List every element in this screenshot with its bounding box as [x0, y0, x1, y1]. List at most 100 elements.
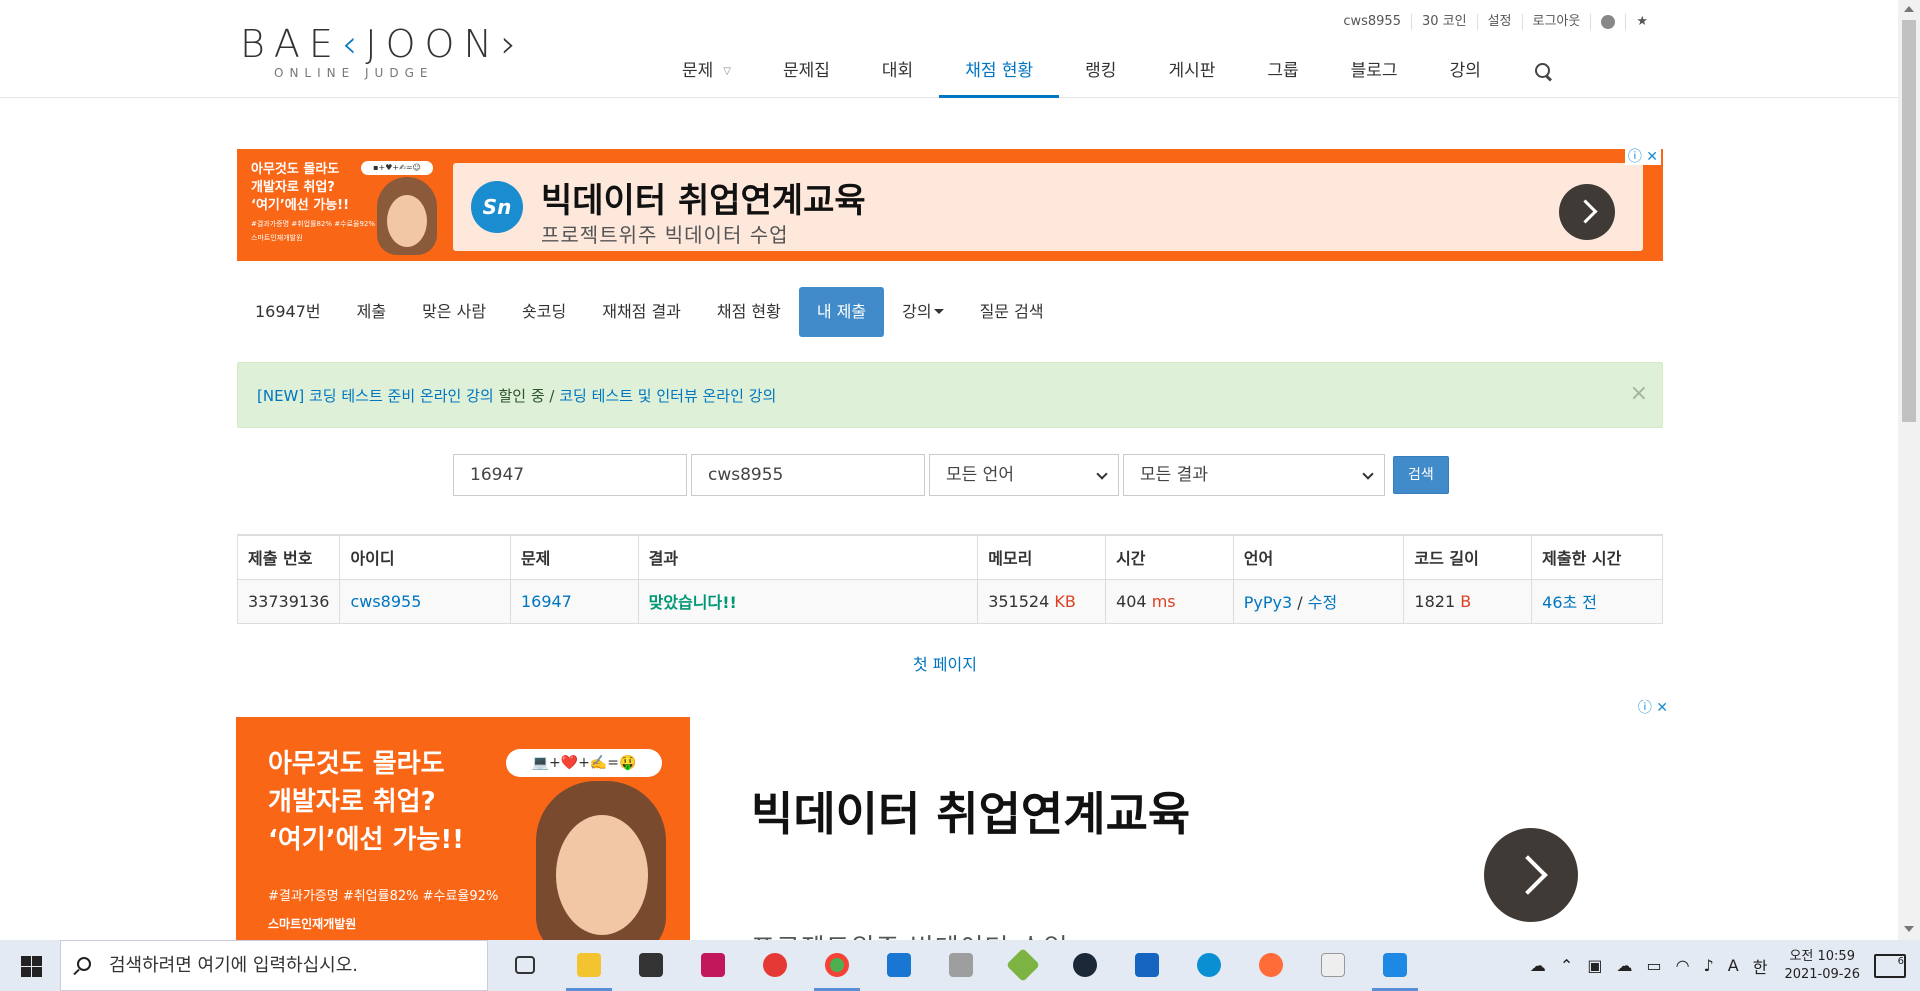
ad-arrow-button[interactable] — [1484, 828, 1578, 922]
close-icon[interactable]: × — [1630, 381, 1648, 406]
col-memory: 메모리 — [977, 534, 1107, 580]
search-icon — [77, 957, 91, 971]
reader-icon[interactable] — [1116, 940, 1178, 991]
tab-submit[interactable]: 제출 — [339, 287, 404, 337]
onedrive-icon[interactable]: ☁ — [1616, 956, 1632, 975]
nav-blog[interactable]: 블로그 — [1325, 56, 1424, 98]
nav-groups[interactable]: 그룹 — [1241, 56, 1324, 98]
user-id-input[interactable]: cws8955 — [691, 454, 925, 496]
first-page-link[interactable]: 첫 페이지 — [913, 651, 977, 675]
tab-accepted[interactable]: 맞은 사람 — [404, 287, 504, 337]
adchoices-icon[interactable]: ⓘ ✕ — [1624, 149, 1661, 165]
clock-time: 오전 10:59 — [1789, 948, 1855, 964]
sync-app-icon[interactable] — [744, 940, 806, 991]
result-select[interactable]: 모든 결과 — [1123, 454, 1385, 496]
weather-icon[interactable]: ☁ — [1530, 956, 1546, 975]
problem-id-input[interactable]: 16947 — [453, 454, 687, 496]
battery-icon[interactable]: ▭ — [1646, 956, 1661, 975]
submitted-time-link[interactable]: 46초 전 — [1542, 593, 1597, 612]
network-app-icon[interactable]: ▣ — [1587, 956, 1602, 975]
steam-icon[interactable] — [1054, 940, 1116, 991]
start-button[interactable] — [0, 940, 60, 991]
tab-status[interactable]: 채점 현황 — [699, 287, 799, 337]
store-icon[interactable] — [620, 940, 682, 991]
tab-questions[interactable]: 질문 검색 — [962, 287, 1062, 337]
scroll-down-icon[interactable] — [1904, 926, 1914, 932]
clock[interactable]: 오전 10:59 2021-09-26 — [1784, 948, 1860, 984]
typora-icon[interactable] — [1302, 940, 1364, 991]
search-button[interactable]: 검색 — [1393, 456, 1449, 494]
nav-search[interactable] — [1507, 56, 1579, 98]
chrome-icon[interactable] — [806, 940, 868, 991]
source-link[interactable]: PyPy3 — [1244, 593, 1292, 612]
alert-link-lecture[interactable]: [NEW] 코딩 테스트 준비 온라인 강의 — [257, 387, 494, 405]
nav-lectures[interactable]: 강의 — [1424, 56, 1507, 98]
col-language: 언어 — [1232, 534, 1405, 580]
nav-board[interactable]: 게시판 — [1142, 56, 1241, 98]
scroll-thumb[interactable] — [1902, 20, 1916, 422]
taskbar-search[interactable]: 검색하려면 여기에 입력하십시오. — [60, 940, 488, 991]
edge-icon[interactable] — [1178, 940, 1240, 991]
page-scrollbar[interactable] — [1898, 0, 1920, 940]
col-submission-id: 제출 번호 — [236, 534, 341, 580]
ime-mode[interactable]: A — [1728, 956, 1739, 975]
user-topbar: cws8955 30 코인 설정 로그아웃 ★ — [1333, 14, 1658, 30]
settings-link[interactable]: 설정 — [1476, 14, 1522, 30]
tab-rejudge[interactable]: 재채점 결과 — [584, 287, 699, 337]
logo[interactable]: BAE‹JOON› ONLINE JUDGE — [240, 24, 550, 84]
col-time: 시간 — [1105, 534, 1234, 580]
tab-problem[interactable]: 16947번 — [237, 287, 339, 337]
nav-problems[interactable]: 문제 ▽ — [656, 56, 757, 98]
windows-taskbar: 검색하려면 여기에 입력하십시오. ☁ ⌃ ▣ ☁ ▭ ◠ ♪ A 한 오전 1… — [0, 940, 1920, 991]
app-red-icon[interactable] — [682, 940, 744, 991]
notification-icon[interactable]: 6 — [1874, 953, 1906, 978]
tab-my-submissions[interactable]: 내 제출 — [798, 287, 885, 337]
ad-emoji-strip: ▪+♥+✍=☺ — [361, 161, 433, 175]
vscode-icon[interactable] — [1364, 940, 1426, 991]
wifi-icon[interactable]: ◠ — [1676, 956, 1690, 975]
language-cell: PyPy3 / 수정 — [1232, 578, 1405, 624]
logout-link[interactable]: 로그아웃 — [1521, 14, 1591, 30]
chevron-down-icon — [1096, 468, 1108, 480]
adchoices-icon[interactable]: ⓘ ✕ — [1634, 700, 1671, 716]
ad-banner-bottom[interactable]: 아무것도 몰라도 개발자로 취업? ‘여기’에선 가능!! 💻+❤️+✍️=🤑 #결… — [219, 700, 1681, 940]
ad-banner-top[interactable]: 아무것도 몰라도 개발자로 취업? ‘여기’에선 가능!! #결과가증명 #취업… — [237, 149, 1663, 261]
chevron-up-icon[interactable]: ⌃ — [1560, 956, 1573, 975]
clock-date: 2021-09-26 — [1784, 966, 1860, 982]
ad-card[interactable]: Sn 빅데이터 취업연계교육 프로젝트위주 빅데이터 수업 — [453, 163, 1643, 251]
problem-link[interactable]: 16947 — [521, 592, 572, 611]
ad-arrow-button[interactable] — [1559, 184, 1615, 240]
star-icon[interactable]: ★ — [1625, 14, 1658, 30]
username-link[interactable]: cws8955 — [1333, 14, 1411, 30]
ad-subtitle: 프로젝트위주 빅데이터 수업 — [541, 223, 789, 247]
ad-image: 아무것도 몰라도 개발자로 취업? ‘여기’에선 가능!! 💻+❤️+✍️=🤑 #결… — [236, 717, 690, 940]
mail-icon[interactable] — [868, 940, 930, 991]
ime-language[interactable]: 한 — [1753, 954, 1768, 978]
task-view-icon[interactable] — [496, 940, 558, 991]
scroll-up-icon[interactable] — [1904, 6, 1914, 12]
col-result: 결과 — [637, 534, 979, 580]
git-kraken-icon[interactable] — [992, 940, 1054, 991]
col-submitted-at: 제출한 시간 — [1531, 534, 1663, 580]
coins-link[interactable]: 30 코인 — [1410, 14, 1477, 30]
alert-text: [NEW] 코딩 테스트 준비 온라인 강의 할인 중 / 코딩 테스트 및 인… — [257, 387, 777, 405]
snipping-icon[interactable] — [930, 940, 992, 991]
user-link[interactable]: cws8955 — [350, 592, 421, 611]
nav-workbooks[interactable]: 문제집 — [757, 56, 856, 98]
search-icon — [1533, 61, 1553, 81]
globe-icon[interactable] — [1590, 14, 1625, 30]
submission-table: 제출 번호 아이디 문제 결과 메모리 시간 언어 코드 길이 제출한 시간 3… — [236, 534, 1663, 624]
tab-lectures[interactable]: 강의 — [884, 287, 961, 337]
ad-logo: Sn — [471, 181, 523, 233]
postman-icon[interactable] — [1240, 940, 1302, 991]
alert-highlight: 할인 중 — [498, 387, 545, 405]
tab-short-coding[interactable]: 숏코딩 — [504, 287, 584, 337]
volume-icon[interactable]: ♪ — [1704, 956, 1714, 975]
alert-link-interview[interactable]: 코딩 테스트 및 인터뷰 온라인 강의 — [559, 387, 776, 405]
language-select[interactable]: 모든 언어 — [929, 454, 1119, 496]
nav-contests[interactable]: 대회 — [856, 56, 939, 98]
nav-ranking[interactable]: 랭킹 — [1059, 56, 1142, 98]
edit-link[interactable]: 수정 — [1308, 593, 1337, 612]
file-explorer-icon[interactable] — [558, 940, 620, 991]
nav-status[interactable]: 채점 현황 — [939, 56, 1060, 98]
